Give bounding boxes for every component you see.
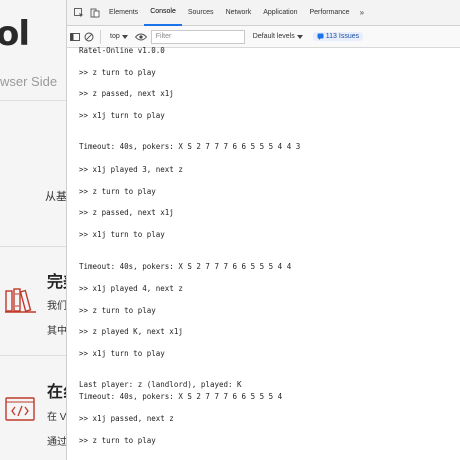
toolbar-separator [100,29,101,44]
tab-sources[interactable]: Sources [182,0,220,26]
live-expression-eye-icon[interactable] [134,30,147,44]
console-line: >> z turn to play [79,436,156,445]
console-line: Timeout: 40s, pokers: X S 2 7 7 7 6 6 5 … [79,142,301,151]
context-label: top [110,33,120,40]
intro-text: 从基 [45,191,67,203]
devtools-panel: Elements Console Sources Network Applica… [66,0,460,460]
filter-input[interactable]: Filter [150,29,245,44]
divider [0,355,66,356]
console-line: Timeout: 40s, pokers: X S 2 7 7 7 6 6 5 … [79,392,283,401]
section-text: 通过 [47,437,67,448]
console-output: Ratel-Online v1.0.0 >> z turn to play >> z… [67,46,460,460]
books-icon [5,288,36,313]
context-selector[interactable]: top [107,33,131,40]
console-line: >> z passed, next x1j [79,208,174,217]
divider [0,100,66,101]
tab-performance[interactable]: Performance [304,0,356,26]
console-line: Timeout: 40s, pokers: X S 2 7 7 7 6 6 5 … [79,262,292,271]
sidebar-toggle-icon[interactable] [70,30,80,44]
section-text: 在 V [47,412,67,423]
console-line: Last player: z (landlord), played: K [79,380,242,389]
section-text: 其中 [47,326,67,337]
site-subtitle: wser Side [0,74,58,89]
section-text: 我们 [47,301,67,312]
console-line: Ratel-Online v1.0.0 [79,46,165,55]
site-logo: ol [0,14,30,54]
console-line: >> z turn to play [79,306,156,315]
tab-elements[interactable]: Elements [103,0,144,26]
console-gutter [67,48,73,460]
console-line: >> x1j turn to play [79,111,165,120]
issues-counter-button[interactable]: 113 Issues [312,32,364,41]
console-line: >> z turn to play [79,68,156,77]
devtools-tabbar: Elements Console Sources Network Applica… [67,0,460,26]
log-levels-dropdown[interactable]: Default levels [253,33,303,40]
chevron-down-icon [296,34,303,39]
console-line: >> x1j played 3, next z [79,165,183,174]
issue-icon [317,33,324,40]
clear-console-icon[interactable] [84,30,94,44]
console-line: >> z turn to play [79,187,156,196]
filter-placeholder: Filter [155,33,172,40]
inspect-element-icon[interactable] [71,5,87,21]
console-line: >> x1j turn to play [79,349,165,358]
console-line: >> z passed, next x1j [79,89,174,98]
chevron-down-icon [121,34,128,39]
console-line: >> x1j played 4, next z [79,284,183,293]
console-line: >> x1j passed, next z [79,414,174,423]
log-levels-label: Default levels [252,33,295,40]
console-toolbar: top Filter Default levels 113 Issues [67,26,460,48]
code-window-icon [5,397,35,421]
tab-network[interactable]: Network [220,0,258,26]
device-toolbar-icon[interactable] [87,5,103,21]
console-line: >> z played K, next x1j [79,327,183,336]
issues-count-label: 113 Issues [325,33,360,40]
tab-console[interactable]: Console [144,0,182,26]
console-line: >> x1j turn to play [79,230,165,239]
more-tabs-button[interactable]: » [356,8,368,17]
tab-application[interactable]: Application [257,0,303,26]
divider [0,246,66,247]
